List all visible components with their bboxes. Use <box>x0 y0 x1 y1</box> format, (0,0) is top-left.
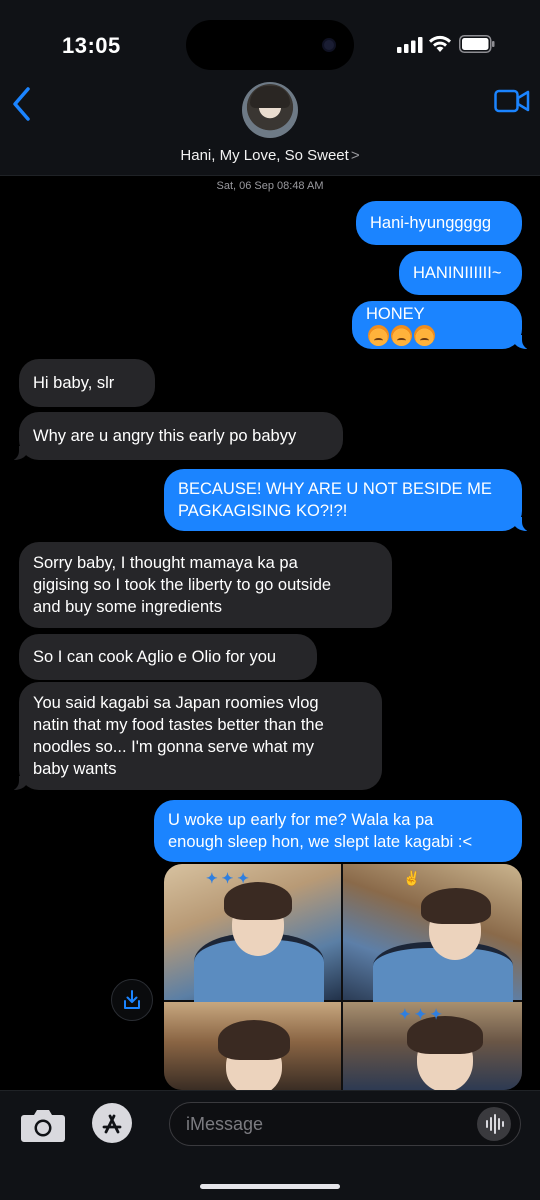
incoming-message[interactable]: Hi baby, slr <box>19 359 155 407</box>
camera-icon[interactable] <box>20 1107 66 1143</box>
imessage-input[interactable] <box>169 1102 521 1146</box>
outgoing-message[interactable]: HANINIIIIII~ <box>399 251 522 295</box>
selfie-photo[interactable]: ✦ ✦ ✦ <box>343 1002 522 1090</box>
download-icon <box>124 990 140 1009</box>
voice-message-button[interactable] <box>477 1107 511 1141</box>
photo-collage-attachment[interactable]: ✦ ✦ ✦ ✌ ✦ ✦ ✦ <box>164 864 522 1090</box>
incoming-message[interactable]: Sorry baby, I thought mamaya ka pa gigis… <box>19 542 392 628</box>
selfie-photo[interactable]: ✦ ✦ ✦ <box>164 864 341 1004</box>
selfie-photo[interactable] <box>164 1002 341 1090</box>
app-store-button[interactable] <box>92 1103 132 1143</box>
message-timestamp: Sat, 06 Sep 08:48 AM <box>216 180 324 192</box>
outgoing-message[interactable]: BECAUSE! WHY ARE U NOT BESIDE ME PAGKAGI… <box>164 469 532 532</box>
angry-face-emoji-icon <box>368 324 389 346</box>
contact-avatar[interactable] <box>242 82 298 138</box>
angry-face-emoji-icon <box>391 324 412 346</box>
contact-name: Hani, My Love, So Sweet <box>180 147 349 164</box>
outgoing-message[interactable]: HONEY <box>352 301 532 350</box>
conversation-header: 13:05 Hani, My Love, So Sweet > <box>0 0 540 176</box>
front-camera-icon <box>322 38 336 52</box>
facetime-video-icon[interactable] <box>494 88 530 114</box>
battery-icon <box>459 35 495 53</box>
outgoing-message[interactable]: Hani-hyunggggg <box>356 201 522 245</box>
home-indicator <box>200 1184 340 1189</box>
outgoing-message[interactable]: U woke up early for me? Wala ka pa enoug… <box>154 800 522 862</box>
incoming-message[interactable]: So I can cook Aglio e Olio for you <box>19 634 317 680</box>
message-text: HONEY <box>366 304 425 323</box>
back-chevron-icon[interactable] <box>10 86 34 122</box>
chevron-right-icon: > <box>350 147 360 164</box>
wifi-icon <box>429 35 451 52</box>
selfie-photo[interactable]: ✌ <box>343 864 522 1002</box>
contact-name-button[interactable]: Hani, My Love, So Sweet > <box>0 147 540 164</box>
incoming-message[interactable]: Why are u angry this early po babyy <box>9 412 343 461</box>
audio-waveform-icon <box>486 1114 504 1134</box>
cellular-signal-icon <box>397 37 423 53</box>
status-time: 13:05 <box>62 33 121 58</box>
save-photo-button[interactable] <box>111 979 153 1021</box>
incoming-message[interactable]: You said kagabi sa Japan roomies vlog na… <box>9 682 382 791</box>
app-store-icon <box>102 1114 122 1134</box>
angry-face-emoji-icon <box>414 324 435 346</box>
